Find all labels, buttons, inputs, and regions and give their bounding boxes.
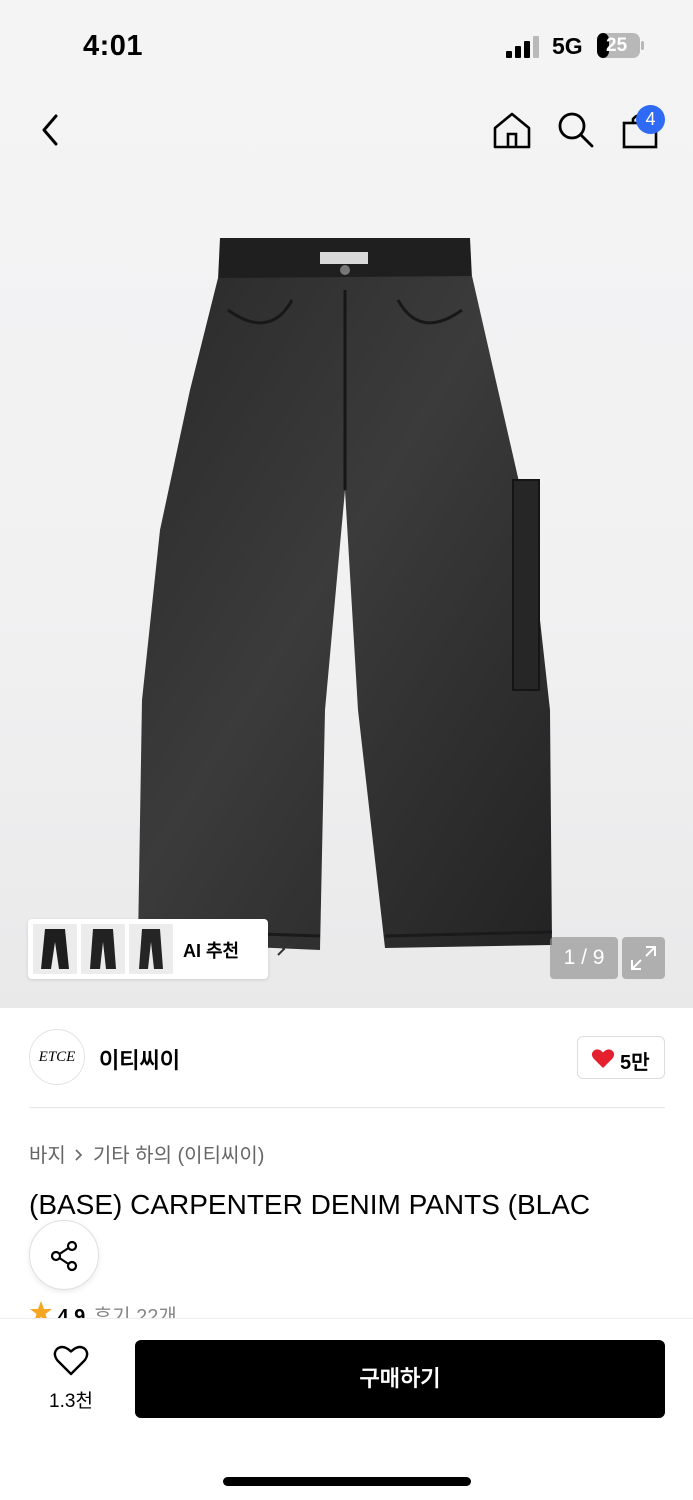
battery-level: 25 <box>606 35 628 56</box>
breadcrumb: 바지 기타 하의 (이티씨이) <box>29 1139 264 1168</box>
home-icon[interactable] <box>490 108 534 152</box>
search-icon[interactable] <box>554 108 598 152</box>
heart-outline-icon[interactable] <box>53 1345 89 1377</box>
ai-recommend-card[interactable]: AI 추천 <box>28 919 286 979</box>
brand-like-count: 5만 <box>620 1052 650 1074</box>
product-title: (BASE) CARPENTER DENIM PANTS (BLAC <box>29 1189 591 1220</box>
fullscreen-button[interactable] <box>622 937 665 979</box>
product-image <box>138 238 553 950</box>
share-button[interactable] <box>29 1220 99 1290</box>
expand-icon <box>631 946 656 970</box>
brand-name[interactable]: 이티씨이 <box>99 1043 180 1075</box>
rating-row[interactable]: 4.9 후기 22개 <box>29 1300 177 1320</box>
pants-thumbnail-icon <box>41 929 69 969</box>
network-type: 5G <box>552 33 583 59</box>
image-page-indicator: 1 / 9 <box>550 937 618 979</box>
ai-thumbnail[interactable] <box>129 924 173 974</box>
star-icon <box>30 1301 52 1320</box>
wishlist-count: 1.3천 <box>49 1391 93 1412</box>
section-divider <box>29 1107 665 1108</box>
share-icon <box>50 1240 78 1272</box>
cellular-signal-icon <box>506 36 539 58</box>
brand-logo[interactable]: ETCE <box>29 1029 85 1085</box>
brand-like-button[interactable]: 5만 <box>577 1036 665 1079</box>
home-indicator <box>223 1477 471 1486</box>
pants-thumbnail-icon <box>90 929 116 969</box>
battery-indicator: 25 <box>597 33 645 58</box>
ai-thumbnail[interactable] <box>81 924 125 974</box>
pants-thumbnail-icon <box>139 929 163 969</box>
breadcrumb-category[interactable]: 바지 <box>29 1145 66 1167</box>
breadcrumb-subcategory[interactable]: 기타 하의 (이티씨이) <box>93 1145 265 1167</box>
heart-filled-icon <box>591 1049 615 1068</box>
status-bar: 4:01 5G 25 <box>0 0 693 90</box>
buy-button[interactable]: 구매하기 <box>135 1340 665 1418</box>
back-arrow-icon[interactable] <box>32 108 72 152</box>
ai-thumbnail[interactable] <box>33 924 77 974</box>
status-time: 4:01 <box>83 30 144 62</box>
cart-count-badge: 4 <box>636 105 665 134</box>
ai-recommend-label: AI 추천 <box>183 941 240 961</box>
chevron-right-icon <box>75 1149 82 1161</box>
chevron-right-icon <box>277 942 286 956</box>
